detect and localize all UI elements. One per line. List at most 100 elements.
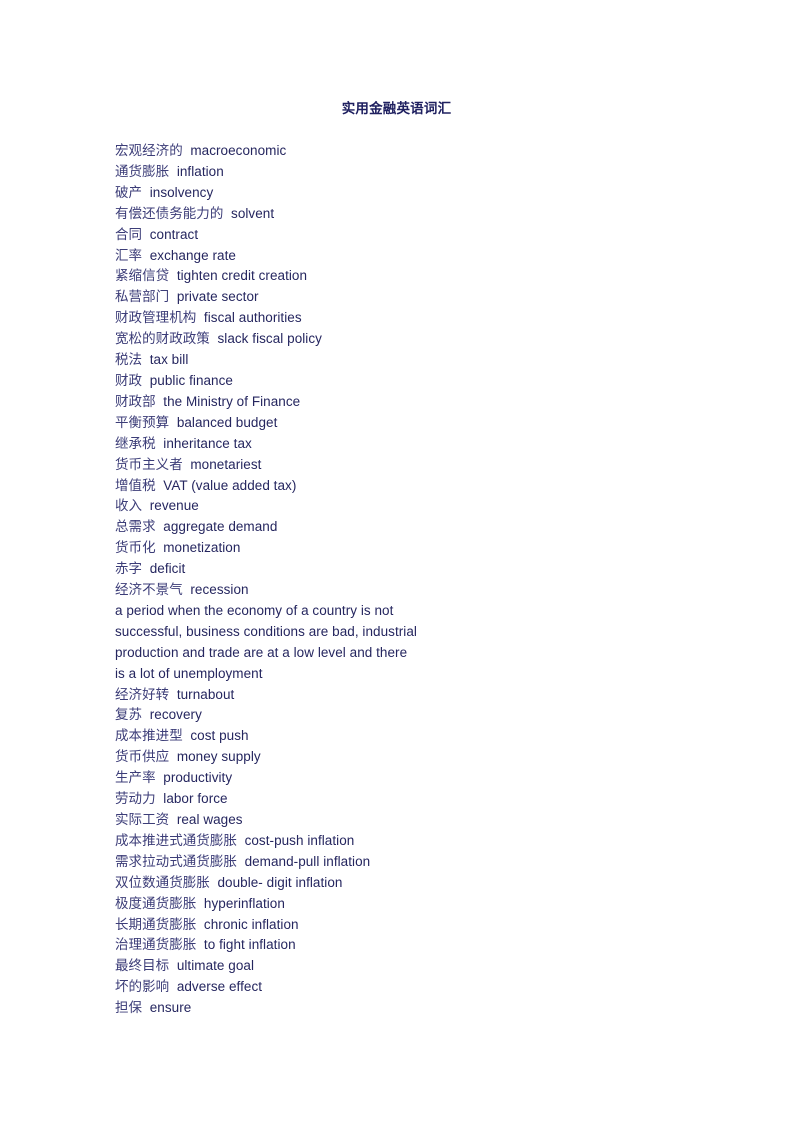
glossary-entry: 赤字 deficit (115, 559, 735, 580)
term-english: hyperinflation (203, 895, 285, 911)
glossary-entry: 经济不景气 recession (115, 580, 735, 601)
glossary-entry: 总需求 aggregate demand (115, 517, 735, 538)
term-chinese: 赤字 (115, 561, 143, 577)
term-english: tax bill (149, 352, 189, 368)
definition-text: successful, business conditions are bad,… (115, 623, 417, 639)
definition-text: production and trade are at a low level … (115, 644, 408, 660)
glossary-entry: 增值税 VAT (value added tax) (115, 476, 735, 497)
term-english: the Ministry of Finance (163, 393, 301, 409)
term-chinese: 长期通货膨胀 (115, 916, 197, 932)
glossary-entry: 财政部 the Ministry of Finance (115, 392, 735, 413)
term-english: inheritance tax (163, 435, 252, 451)
term-chinese: 成本推进型 (115, 728, 183, 744)
term-english: to fight inflation (203, 937, 296, 953)
term-english: macroeconomic (190, 143, 287, 158)
term-chinese: 私营部门 (115, 289, 170, 305)
definition-line: a period when the economy of a country i… (115, 601, 735, 622)
definition-text: a period when the economy of a country i… (115, 602, 394, 618)
glossary-entry: 劳动力 labor force (115, 789, 735, 810)
glossary-entry: 继承税 inheritance tax (115, 434, 735, 455)
glossary-entry: 极度通货膨胀 hyperinflation (115, 894, 735, 915)
term-english: private sector (176, 289, 259, 305)
term-english: fiscal authorities (203, 310, 302, 326)
term-chinese: 财政部 (115, 393, 156, 409)
term-english: recovery (149, 707, 202, 723)
term-english: ultimate goal (176, 958, 255, 974)
glossary-entry: 汇率 exchange rate (115, 246, 735, 267)
glossary-entry: 财政管理机构 fiscal authorities (115, 308, 735, 329)
term-chinese: 货币化 (115, 540, 156, 556)
term-chinese: 宏观经济的 (115, 143, 183, 158)
glossary-entry: 成本推进型 cost push (115, 726, 735, 747)
term-chinese: 财政 (115, 372, 143, 388)
term-chinese: 担保 (115, 1000, 143, 1016)
glossary-entry: 担保 ensure (115, 998, 735, 1019)
term-chinese: 经济不景气 (115, 582, 183, 598)
term-english: recession (190, 582, 249, 598)
term-chinese: 税法 (115, 352, 143, 368)
page-title: 实用金融英语词汇 (341, 101, 452, 116)
glossary-entry: 复苏 recovery (115, 705, 735, 726)
term-chinese: 生产率 (115, 770, 156, 786)
glossary-entry: 通货膨胀 inflation (115, 162, 735, 183)
glossary-entry: 税法 tax bill (115, 350, 735, 371)
term-chinese: 总需求 (115, 519, 156, 535)
glossary-entry: 破产 insolvency (115, 183, 735, 204)
document-page: 实用金融英语词汇 宏观经济的 macroeconomic 通货膨胀 inflati… (0, 0, 793, 1122)
glossary-entry: 双位数通货膨胀 double- digit inflation (115, 873, 735, 894)
term-english: labor force (163, 791, 228, 807)
term-chinese: 双位数通货膨胀 (115, 874, 210, 890)
glossary-entry: 需求拉动式通货膨胀 demand-pull inflation (115, 852, 735, 873)
term-english: turnabout (176, 686, 235, 702)
term-chinese: 财政管理机构 (115, 310, 197, 326)
definition-line: successful, business conditions are bad,… (115, 622, 735, 643)
glossary-entry: 宏观经济的 macroeconomic (115, 141, 735, 162)
term-english: insolvency (149, 184, 214, 200)
term-chinese: 货币供应 (115, 749, 170, 765)
term-chinese: 继承税 (115, 435, 156, 451)
term-chinese: 需求拉动式通货膨胀 (115, 853, 237, 869)
term-english: slack fiscal policy (217, 331, 322, 347)
glossary-entry: 平衡预算 balanced budget (115, 413, 735, 434)
term-chinese: 收入 (115, 498, 143, 514)
glossary-list: 宏观经济的 macroeconomic 通货膨胀 inflation 破产 inso… (115, 141, 735, 1019)
term-english: public finance (149, 372, 233, 388)
term-chinese: 最终目标 (115, 958, 170, 974)
term-english: cost push (190, 728, 249, 744)
term-chinese: 合同 (115, 226, 143, 242)
term-chinese: 成本推进式通货膨胀 (115, 832, 237, 848)
term-chinese: 复苏 (115, 707, 143, 723)
term-english: double- digit inflation (217, 874, 343, 890)
term-english: monetization (163, 540, 241, 556)
term-english: solvent (231, 205, 275, 221)
glossary-entry: 紧缩信贷 tighten credit creation (115, 266, 735, 287)
term-english: ensure (149, 1000, 192, 1016)
term-english: contract (149, 226, 199, 242)
term-english: money supply (176, 749, 261, 765)
term-english: productivity (163, 770, 233, 786)
term-english: revenue (149, 498, 199, 514)
term-english: real wages (176, 812, 243, 827)
term-english: aggregate demand (163, 519, 278, 535)
term-english: inflation (176, 163, 224, 179)
glossary-entry: 长期通货膨胀 chronic inflation (115, 915, 735, 936)
term-chinese: 平衡预算 (115, 414, 170, 430)
definition-line: is a lot of unemployment (115, 664, 735, 685)
term-chinese: 劳动力 (115, 791, 156, 807)
glossary-entry: 经济好转 turnabout (115, 685, 735, 706)
term-chinese: 汇率 (115, 247, 143, 263)
glossary-entry: 财政 public finance (115, 371, 735, 392)
term-chinese: 实际工资 (115, 812, 170, 827)
term-chinese: 增值税 (115, 477, 156, 493)
glossary-entry: 收入 revenue (115, 496, 735, 517)
term-chinese: 破产 (115, 184, 143, 200)
glossary-entry: 坏的影响 adverse effect (115, 977, 735, 998)
glossary-entry: 货币化 monetization (115, 538, 735, 559)
definition-line: production and trade are at a low level … (115, 643, 735, 664)
glossary-entry: 最终目标 ultimate goal (115, 956, 735, 977)
term-english: tighten credit creation (176, 268, 308, 284)
term-chinese: 紧缩信贷 (115, 268, 170, 284)
term-english: deficit (149, 561, 186, 577)
glossary-entry: 成本推进式通货膨胀 cost-push inflation (115, 831, 735, 852)
term-chinese: 通货膨胀 (115, 163, 170, 179)
